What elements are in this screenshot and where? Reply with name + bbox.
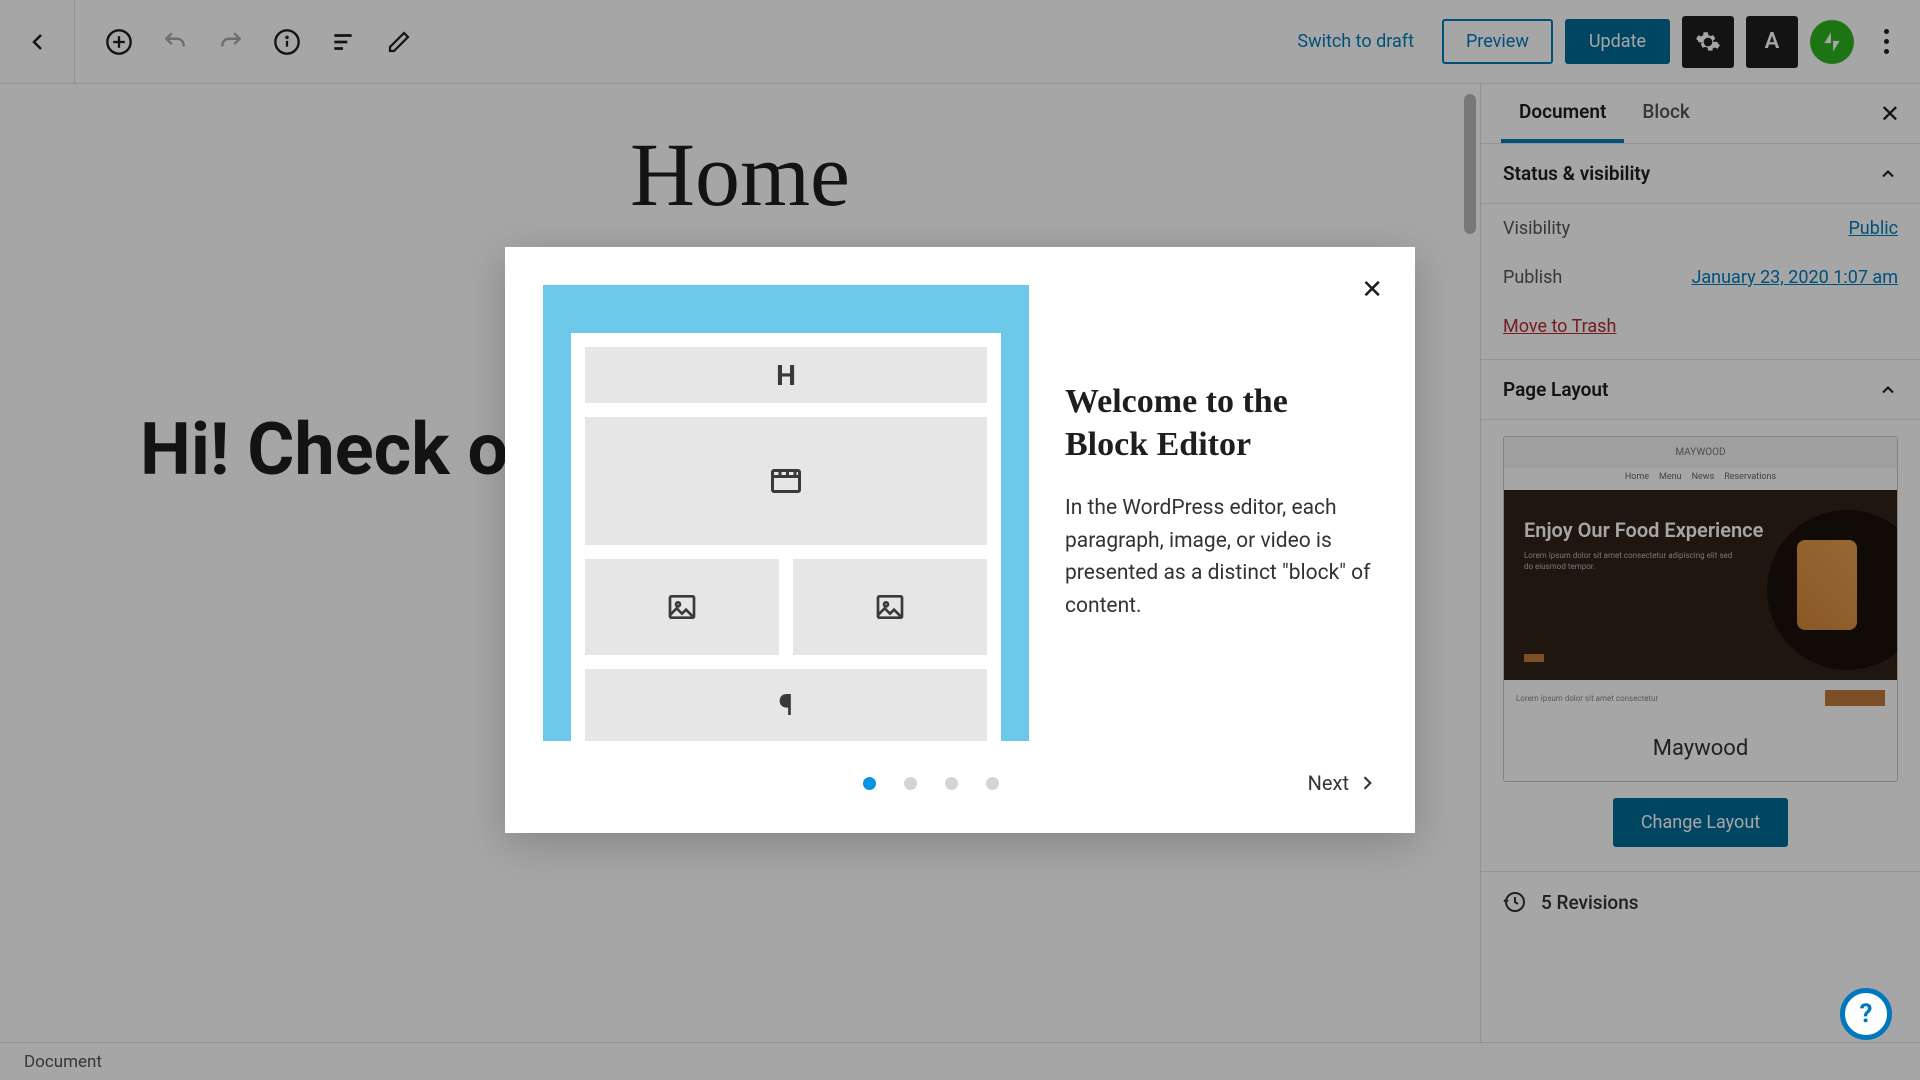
modal-description: In the WordPress editor, each paragraph,… <box>1065 492 1377 622</box>
chevron-right-icon <box>1357 773 1377 793</box>
pagination-dot-2[interactable] <box>904 777 917 790</box>
modal-title: Welcome to the Block Editor <box>1065 381 1377 466</box>
illustration-paragraph-block: ¶ <box>585 669 987 741</box>
pagination-dot-3[interactable] <box>945 777 958 790</box>
help-icon: ? <box>1860 999 1873 1029</box>
welcome-modal: ✕ H ¶ <box>505 247 1415 833</box>
pagination-dot-4[interactable] <box>986 777 999 790</box>
modal-pagination-dots <box>863 777 999 790</box>
illustration-media-block <box>585 417 987 545</box>
illustration-image-block <box>585 559 779 655</box>
modal-overlay[interactable]: ✕ H ¶ <box>0 0 1920 1080</box>
illustration-image-block <box>793 559 987 655</box>
modal-footer: Next <box>543 771 1377 795</box>
help-button[interactable]: ? <box>1840 988 1892 1040</box>
illustration-heading-block: H <box>585 347 987 403</box>
modal-next-button[interactable]: Next <box>1308 771 1377 795</box>
modal-text-area: Welcome to the Block Editor In the WordP… <box>1065 285 1377 741</box>
modal-close-button[interactable]: ✕ <box>1361 275 1383 305</box>
modal-illustration: H ¶ <box>543 285 1029 741</box>
pagination-dot-1[interactable] <box>863 777 876 790</box>
